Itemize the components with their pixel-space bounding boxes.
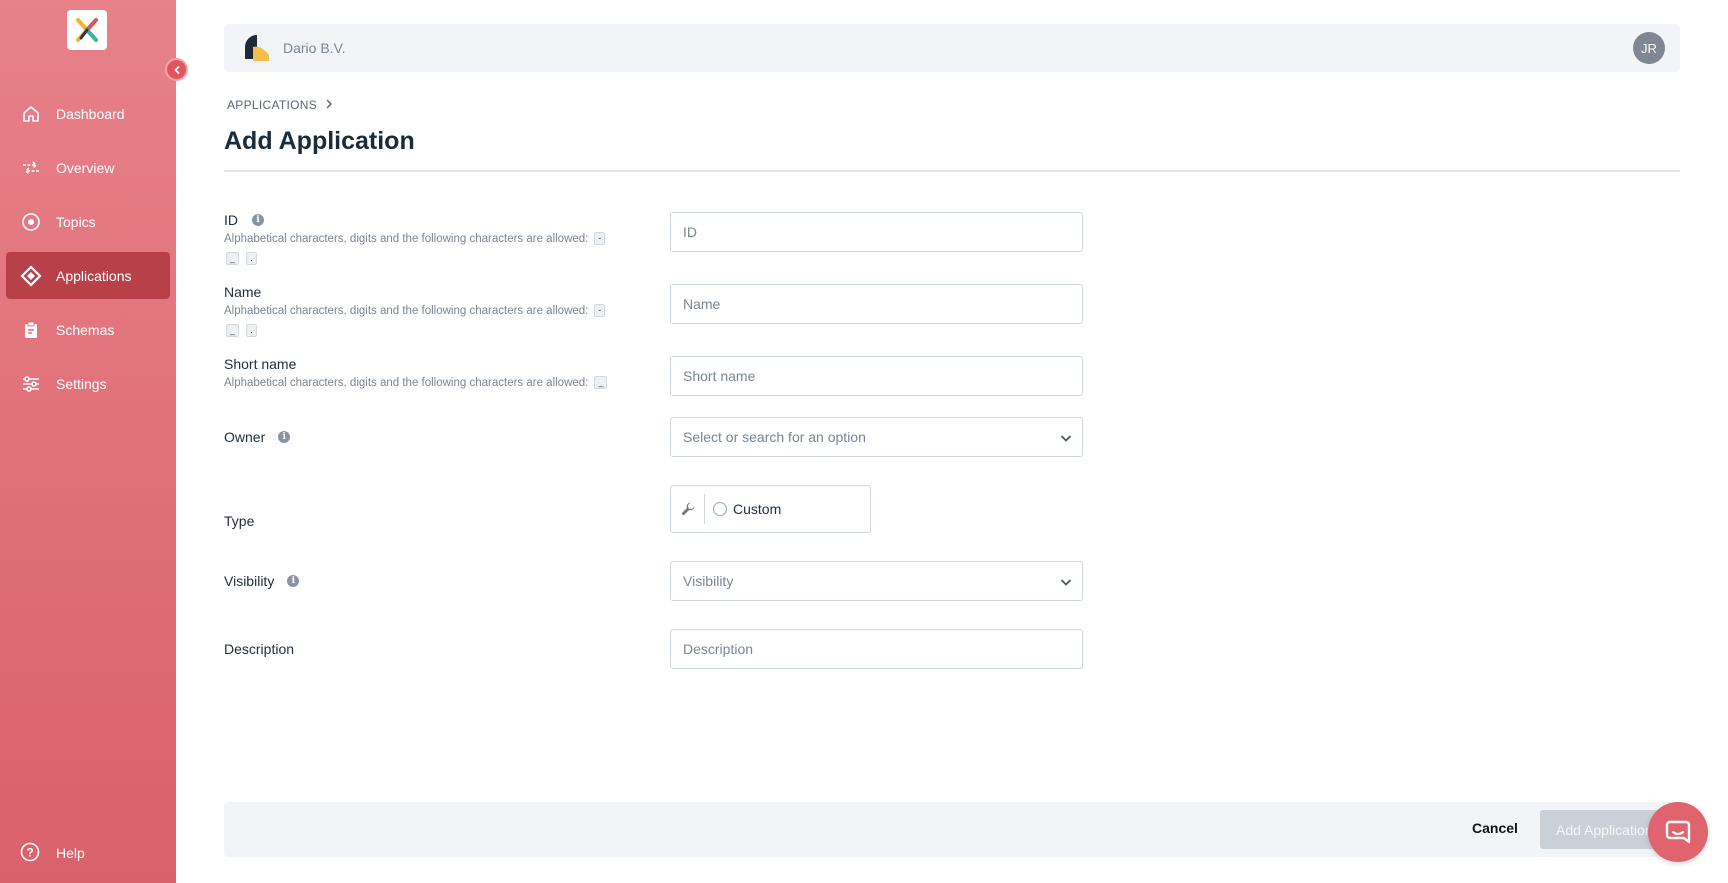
id-label-row: ID i — [224, 212, 264, 228]
short-name-field[interactable] — [670, 356, 1083, 396]
x-logo-icon — [76, 18, 98, 42]
id-field[interactable] — [670, 212, 1083, 252]
short-name-input[interactable] — [683, 368, 1082, 384]
title-divider — [224, 170, 1680, 172]
sidebar-item-label: Schemas — [56, 321, 115, 338]
info-icon[interactable]: i — [287, 575, 300, 587]
chat-support-button[interactable] — [1648, 802, 1708, 862]
description-label: Description — [224, 641, 295, 657]
custom-radio-label: Custom — [733, 501, 782, 517]
allowed-char: . — [246, 252, 257, 266]
name-hint-text: Alphabetical characters, digits and the … — [224, 305, 589, 317]
info-icon[interactable]: i — [252, 214, 264, 226]
sidebar-item-label: Topics — [56, 213, 96, 230]
owner-select-placeholder: Select or search for an option — [683, 429, 866, 445]
sidebar-item-overview[interactable]: Overview — [6, 144, 170, 191]
cancel-button[interactable]: Cancel — [1472, 820, 1518, 836]
chevron-left-icon — [173, 65, 179, 74]
sidebar-item-help[interactable]: ? Help — [20, 842, 85, 864]
description-field[interactable] — [670, 629, 1083, 669]
visibility-label: Visibility — [224, 573, 275, 589]
sidebar: Dashboard Overview Topics Applications S… — [0, 0, 176, 883]
sliders-icon — [20, 373, 42, 395]
visibility-select[interactable]: Visibility — [670, 561, 1083, 601]
sidebar-item-schemas[interactable]: Schemas — [6, 306, 170, 353]
allowed-char: _ — [594, 376, 608, 390]
sidebar-item-topics[interactable]: Topics — [6, 198, 170, 245]
allowed-char: _ — [226, 252, 240, 266]
sidebar-item-label: Dashboard — [56, 105, 125, 122]
sidebar-item-settings[interactable]: Settings — [6, 360, 170, 407]
chevron-down-icon — [1060, 575, 1072, 591]
short-name-label: Short name — [224, 356, 297, 372]
chevron-right-icon — [325, 98, 333, 112]
breadcrumb-applications[interactable]: APPLICATIONS — [227, 98, 317, 112]
info-icon[interactable]: i — [278, 431, 291, 443]
chevron-down-icon — [1060, 431, 1072, 447]
sidebar-item-applications[interactable]: Applications — [6, 252, 170, 299]
diamond-icon — [20, 264, 42, 287]
breadcrumb: APPLICATIONS — [227, 98, 333, 112]
help-label: Help — [56, 845, 85, 861]
sidebar-item-label: Overview — [56, 159, 115, 176]
page-title: Add Application — [224, 127, 415, 155]
org-name[interactable]: Dario B.V. — [283, 40, 346, 56]
org-logo — [241, 33, 271, 63]
org-header: Dario B.V. JR — [224, 24, 1680, 72]
owner-label-row: Owner i — [224, 429, 291, 445]
short-name-hint: Alphabetical characters, digits and the … — [224, 373, 624, 393]
allowed-char: . — [246, 324, 257, 338]
visibility-select-placeholder: Visibility — [683, 573, 734, 589]
owner-select[interactable]: Select or search for an option — [670, 417, 1083, 457]
allowed-char: - — [594, 232, 606, 246]
id-label: ID — [224, 212, 238, 228]
arrows-icon — [20, 157, 42, 179]
sidebar-item-label: Applications — [56, 267, 132, 284]
avatar[interactable]: JR — [1633, 32, 1665, 64]
svg-text:?: ? — [26, 846, 33, 860]
id-input[interactable] — [683, 224, 1082, 240]
name-label-row: Name — [224, 284, 261, 300]
allowed-char: - — [594, 304, 606, 318]
short-name-hint-text: Alphabetical characters, digits and the … — [224, 377, 589, 389]
custom-radio[interactable] — [713, 502, 727, 516]
sidebar-item-label: Settings — [56, 375, 107, 392]
id-hint-text: Alphabetical characters, digits and the … — [224, 233, 589, 245]
wrench-icon — [671, 494, 705, 524]
description-input[interactable] — [683, 641, 1082, 657]
allowed-char: _ — [226, 324, 240, 338]
short-name-label-row: Short name — [224, 356, 296, 372]
name-hint: Alphabetical characters, digits and the … — [224, 301, 624, 341]
sidebar-nav: Dashboard Overview Topics Applications S… — [6, 90, 170, 414]
chat-icon — [1665, 820, 1691, 844]
sidebar-item-dashboard[interactable]: Dashboard — [6, 90, 170, 137]
visibility-label-row: Visibility i — [224, 573, 300, 589]
name-input[interactable] — [683, 296, 1082, 312]
id-hint: Alphabetical characters, digits and the … — [224, 229, 624, 269]
clipboard-icon — [20, 319, 42, 341]
collapse-sidebar-button[interactable] — [165, 58, 188, 81]
type-label-row: Type — [224, 513, 254, 529]
type-option-custom[interactable]: Custom — [670, 485, 871, 533]
type-label: Type — [224, 513, 255, 529]
name-field[interactable] — [670, 284, 1083, 324]
form-footer — [224, 802, 1680, 857]
owner-label: Owner — [224, 429, 266, 445]
target-icon — [20, 211, 42, 233]
app-logo[interactable] — [67, 10, 107, 50]
help-icon: ? — [20, 842, 42, 864]
home-icon — [20, 103, 42, 125]
description-label-row: Description — [224, 641, 294, 657]
name-label: Name — [224, 284, 262, 300]
